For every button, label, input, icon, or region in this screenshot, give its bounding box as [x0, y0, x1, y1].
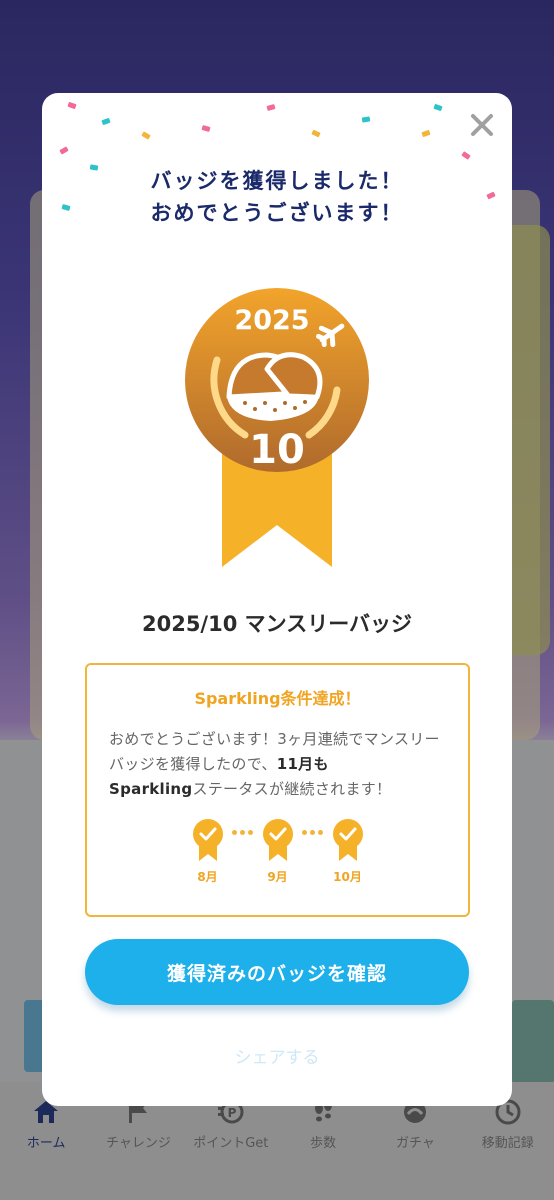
month-badge: 8月	[188, 818, 228, 885]
badge-earned-modal: バッジを獲得しました！ おめでとうございます！ 2025 10 2025/10 …	[42, 93, 512, 1106]
dots-divider	[228, 830, 258, 835]
modal-title: バッジを獲得しました！ おめでとうございます！	[42, 165, 512, 229]
nav-label: チャレンジ	[106, 1136, 171, 1151]
close-button[interactable]	[468, 111, 496, 139]
info-text-bold: Sparkling	[109, 780, 193, 798]
sparkling-info-box: Sparkling条件達成！ おめでとうございます！3ヶ月連続でマンスリーバッジ…	[85, 663, 470, 917]
title-line: おめでとうございます！	[150, 201, 404, 225]
confetti	[361, 116, 371, 123]
confetti	[421, 129, 431, 138]
info-text-part: おめでとうございます！3ヶ月連続でマンスリーバッジを獲得したので、	[109, 730, 440, 773]
chestnut-icon	[226, 352, 323, 421]
monthly-badge: 2025 10	[167, 285, 387, 575]
nav-label: 移動記録	[481, 1136, 534, 1151]
badge-month: 10	[249, 427, 305, 473]
confetti	[59, 146, 69, 155]
share-link[interactable]: シェアする	[42, 1043, 512, 1068]
confetti	[67, 101, 77, 110]
svg-text:P: P	[227, 1106, 236, 1120]
check-badge-icon	[262, 819, 293, 861]
badge-name: 2025/10 マンスリーバッジ	[141, 612, 413, 636]
month-label: 10月	[333, 870, 362, 884]
badge-year: 2025	[234, 305, 309, 336]
info-text-part: ステータスが継続されます！	[192, 780, 392, 798]
confetti	[266, 104, 276, 111]
info-title: Sparkling条件達成！	[194, 689, 361, 708]
month-badge: 9月	[258, 818, 298, 885]
info-text-bold: 11月も	[276, 755, 329, 773]
title-line: バッジを獲得しました！	[150, 169, 404, 193]
month-label: 9月	[267, 870, 288, 884]
month-badge: 10月	[328, 818, 368, 885]
view-badges-button[interactable]: 獲得済みのバッジを確認	[85, 939, 469, 1005]
dots-divider	[298, 830, 328, 835]
check-badge-icon	[332, 819, 363, 861]
confetti	[141, 131, 151, 140]
nav-label: ポイントGet	[193, 1136, 269, 1151]
close-icon	[471, 114, 493, 136]
nav-label: ホーム	[26, 1136, 66, 1151]
confetti	[201, 125, 211, 132]
background-thumbnail	[512, 1000, 554, 1084]
confetti	[311, 129, 321, 138]
confetti	[101, 117, 111, 126]
confetti	[461, 151, 471, 160]
nav-label: 歩数	[310, 1136, 337, 1151]
nav-label: ガチャ	[396, 1136, 435, 1151]
info-text: おめでとうございます！3ヶ月連続でマンスリーバッジを獲得したので、11月も Spa…	[109, 727, 449, 802]
check-badge-icon	[192, 819, 223, 861]
month-progress: 8月 9月 10月	[87, 818, 468, 898]
month-label: 8月	[197, 870, 218, 884]
confetti	[433, 103, 443, 112]
